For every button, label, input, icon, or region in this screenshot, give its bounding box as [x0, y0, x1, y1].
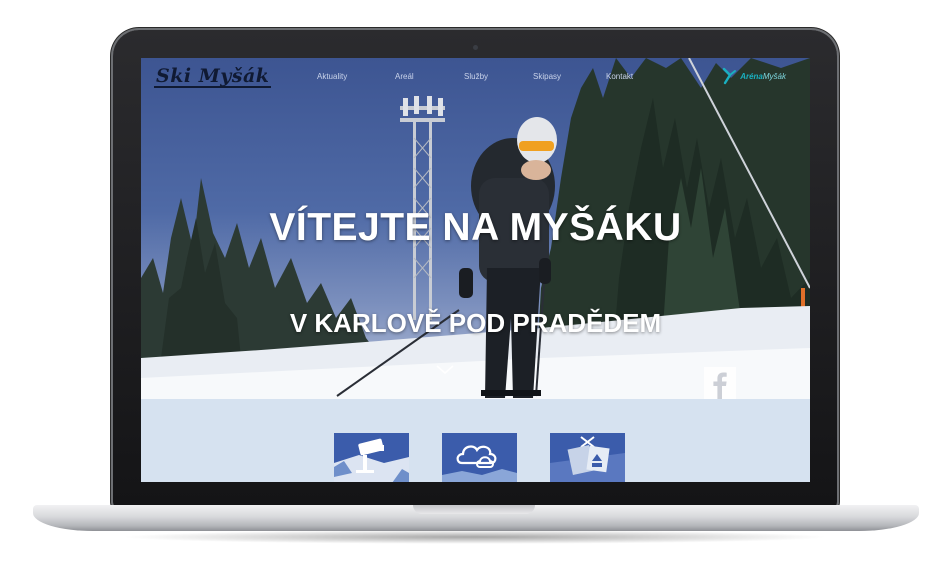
partner-logo-text: ArénaMyšák: [740, 72, 786, 81]
webcam-icon: [334, 433, 409, 482]
partner-logo-text-b: Myšák: [762, 71, 786, 81]
skier-icon: [722, 67, 737, 85]
top-navigation: Ski Myšák Aktuality Areál Služby Skipasy…: [141, 58, 810, 98]
skipass-icon: [550, 433, 625, 482]
nav-item-aktuality[interactable]: Aktuality: [317, 72, 347, 81]
chevron-down-icon[interactable]: [434, 363, 456, 377]
website-screen: Ski Myšák Aktuality Areál Služby Skipasy…: [141, 58, 810, 482]
hero-title: VÍTEJTE NA MYŠÁKU: [269, 206, 682, 249]
camera-icon: [473, 45, 478, 50]
partner-logo[interactable]: ArénaMyšák: [721, 67, 786, 85]
nav-item-sluzby[interactable]: Služby: [464, 72, 488, 81]
nav-item-areal[interactable]: Areál: [395, 72, 414, 81]
weather-tile[interactable]: [442, 433, 517, 482]
laptop-shadow: [120, 530, 830, 544]
weather-cloud-icon: [442, 433, 517, 482]
partner-logo-text-a: Aréna: [740, 71, 763, 81]
site-logo[interactable]: Ski Myšák: [154, 66, 272, 88]
hero-section: Ski Myšák Aktuality Areál Služby Skipasy…: [141, 58, 810, 399]
facebook-button[interactable]: [704, 367, 736, 399]
quick-links-strip: [141, 399, 810, 482]
nav-item-kontakt[interactable]: Kontakt: [606, 72, 633, 81]
webcam-tile[interactable]: [334, 433, 409, 482]
skipass-tile[interactable]: [550, 433, 625, 482]
laptop-notch: [413, 505, 535, 514]
facebook-icon: [713, 372, 727, 399]
nav-item-skipasy[interactable]: Skipasy: [533, 72, 561, 81]
hero-subtitle: V KARLOVĚ POD PRADĚDEM: [289, 308, 662, 338]
laptop-mockup: Ski Myšák Aktuality Areál Služby Skipasy…: [0, 0, 948, 570]
